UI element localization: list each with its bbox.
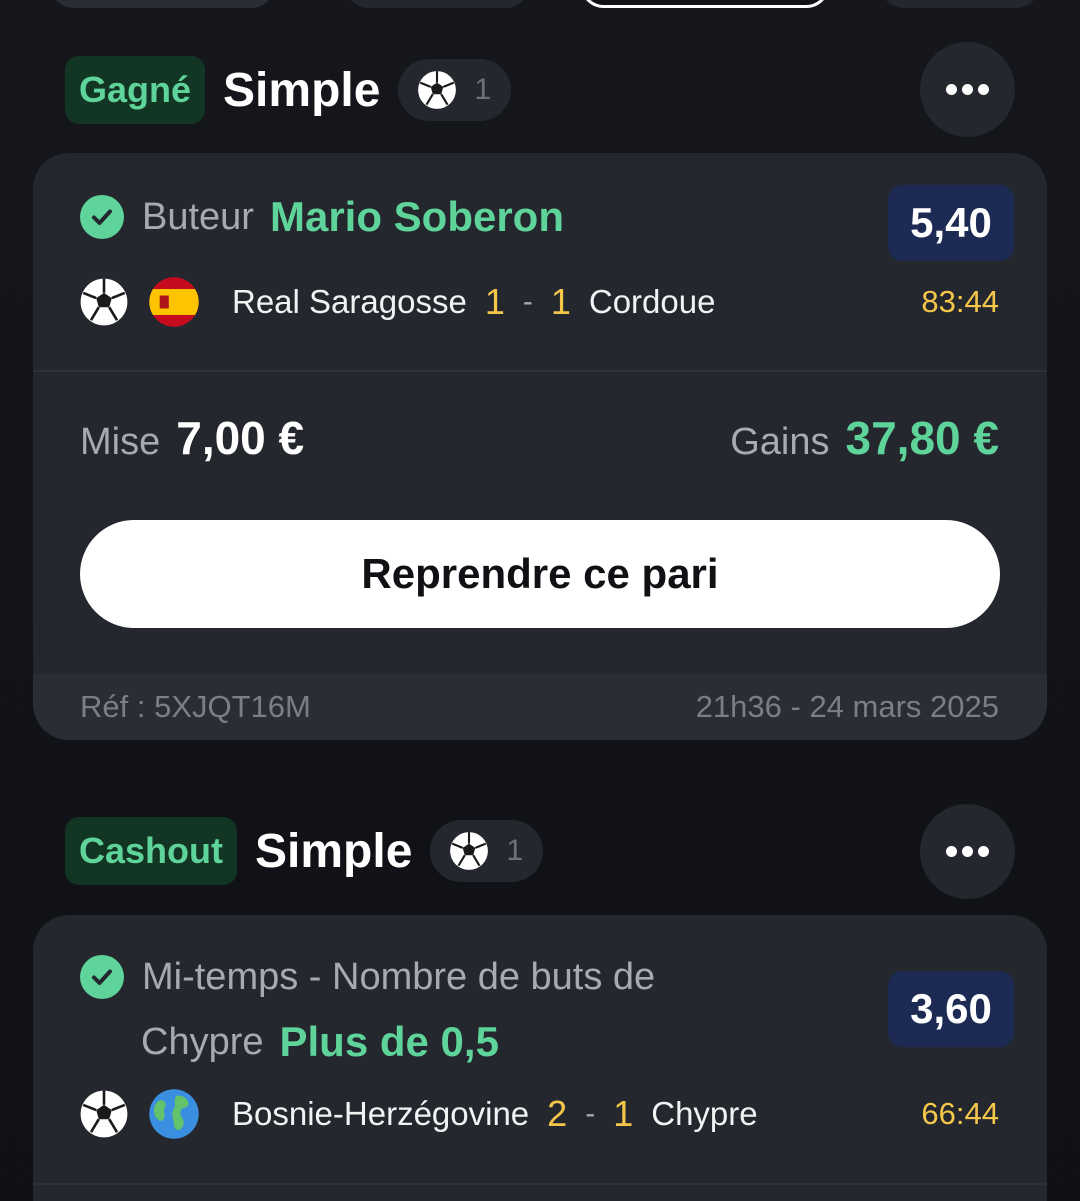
selection-row-line2: Chypre Plus de 0,5 [141, 1011, 499, 1073]
soccer-ball-icon [450, 832, 489, 870]
gains-label: Gains [730, 421, 830, 463]
more-options-button[interactable] [920, 804, 1015, 899]
filter-tabs [0, 0, 1080, 10]
selection-value: Mario Soberon [269, 193, 564, 240]
bet-date: 21h36 - 24 mars 2025 [695, 689, 999, 724]
score-separator: - [522, 285, 533, 318]
filter-tab-active[interactable] [580, 0, 830, 8]
stake-label: Mise [80, 421, 161, 463]
home-score: 1 [484, 281, 505, 322]
more-dot-icon [978, 84, 989, 95]
more-dot-icon [946, 846, 957, 857]
selection-row: Buteur Mario Soberon [80, 189, 564, 245]
more-dot-icon [962, 84, 973, 95]
bet-card: Buteur Mario Soberon 5,40 Real Saragosse… [33, 153, 1047, 740]
home-team: Real Saragosse [232, 283, 467, 320]
away-score: 1 [613, 1093, 634, 1134]
check-icon [80, 955, 124, 999]
status-badge: Cashout [65, 817, 237, 885]
bet-footer: Réf : 5XJQT16M 21h36 - 24 mars 2025 [33, 674, 1047, 740]
home-team: Bosnie-Herzégovine [232, 1095, 530, 1132]
more-dot-icon [962, 846, 973, 857]
selection-label: Buteur [142, 195, 254, 238]
match-clock: 66:44 [921, 1096, 999, 1131]
bet-type: Simple [223, 63, 381, 117]
odds-badge: 5,40 [888, 185, 1014, 261]
match-row[interactable]: Real Saragosse 1 - 1 Cordoue 83:44 [78, 274, 999, 330]
soccer-ball-icon [80, 278, 128, 326]
selection-count: 1 [506, 834, 524, 867]
stake-amount: 7,00 € [176, 412, 305, 464]
divider [33, 1183, 1047, 1185]
status-badge: Gagné [65, 56, 206, 124]
check-icon [80, 195, 124, 239]
sport-count-pill: 1 [430, 820, 544, 882]
filter-tab-1[interactable] [50, 0, 275, 8]
score-separator: - [585, 1097, 596, 1130]
away-team: Chypre [651, 1095, 758, 1132]
more-dot-icon [978, 846, 989, 857]
selection-value: Plus de 0,5 [279, 1018, 499, 1065]
selection-label-line2: Chypre [141, 1020, 264, 1063]
more-dot-icon [946, 84, 957, 95]
selection-label-line1: Mi-temps - Nombre de buts de [142, 955, 656, 998]
divider [33, 370, 1047, 372]
gains-amount: 37,80 € [845, 412, 999, 464]
globe-icon [149, 1089, 199, 1139]
odds-badge: 3,60 [888, 971, 1014, 1047]
away-score: 1 [550, 281, 571, 322]
more-options-button[interactable] [920, 42, 1015, 137]
filter-tab-4[interactable] [880, 0, 1040, 8]
spain-flag-icon [149, 277, 199, 327]
match-row[interactable]: Bosnie-Herzégovine 2 - 1 Chypre 66:44 [78, 1086, 999, 1142]
filter-tab-2[interactable] [345, 0, 530, 8]
stake-row: Mise 7,00 € Gains 37,80 € [80, 411, 999, 465]
selection-count: 1 [474, 73, 492, 106]
home-score: 2 [547, 1093, 568, 1134]
rebet-button[interactable]: Reprendre ce pari [80, 520, 1000, 628]
selection-row: Mi-temps - Nombre de buts de [80, 949, 655, 1005]
match-clock: 83:44 [921, 284, 999, 319]
bet-type: Simple [255, 824, 413, 878]
sport-count-pill: 1 [398, 59, 512, 121]
bet-header: Gagné Simple 1 [65, 56, 512, 124]
bet-header: Cashout Simple 1 [65, 817, 544, 885]
soccer-ball-icon [80, 1090, 128, 1138]
bet-reference: Réf : 5XJQT16M [80, 689, 311, 724]
away-team: Cordoue [588, 283, 716, 320]
bet-card: Mi-temps - Nombre de buts de Chypre Plus… [33, 915, 1047, 1201]
soccer-ball-icon [418, 71, 457, 109]
